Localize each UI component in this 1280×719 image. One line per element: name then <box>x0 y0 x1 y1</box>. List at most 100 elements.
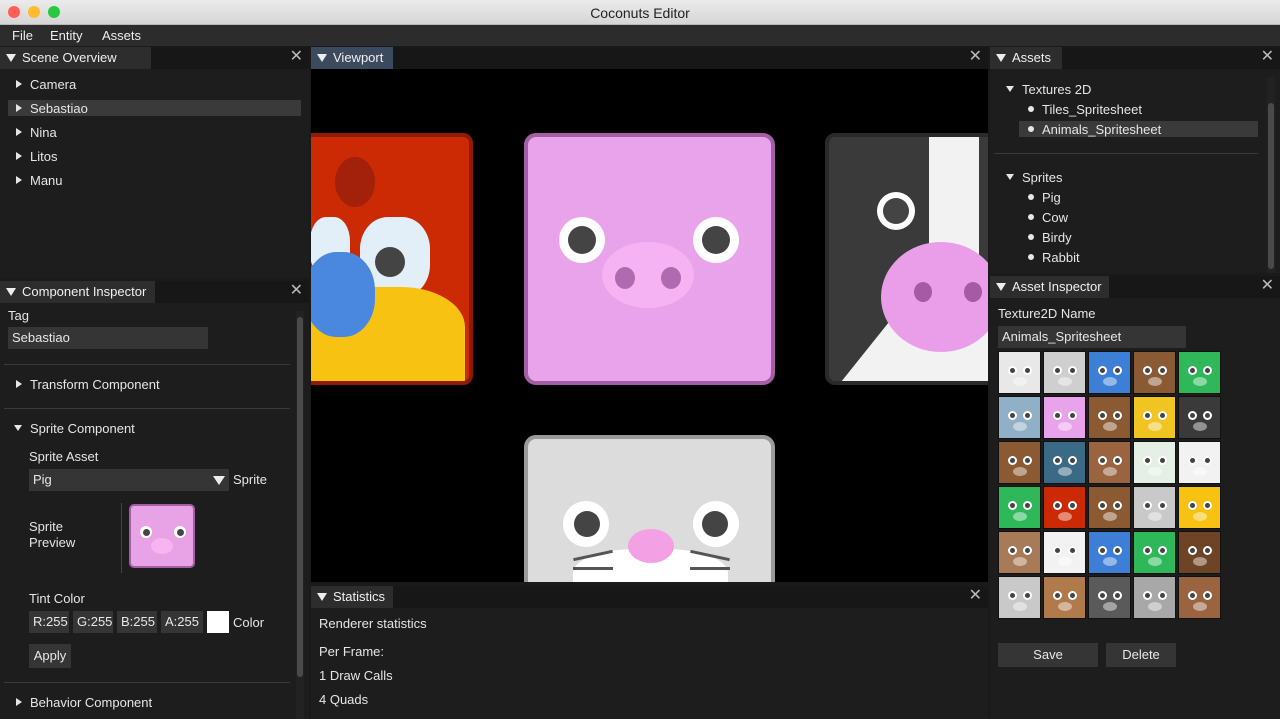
scene-item-litos[interactable]: Litos <box>16 149 57 164</box>
panda-tile <box>1043 531 1086 574</box>
bullet-icon <box>1028 254 1034 260</box>
assets-scrollbar-thumb[interactable] <box>1268 103 1274 269</box>
moose-tile <box>1133 351 1176 394</box>
close-icon[interactable]: ✕ <box>969 588 982 604</box>
sprite-asset-suffix: Sprite <box>233 472 267 487</box>
assets-tab[interactable]: Assets <box>990 47 1062 69</box>
menu-assets[interactable]: Assets <box>102 28 141 43</box>
collapse-triangle-icon[interactable] <box>317 593 327 601</box>
cow-tile <box>1178 396 1221 439</box>
tint-b-input[interactable]: B:255 <box>117 611 157 633</box>
viewport-tab[interactable]: Viewport <box>311 47 393 69</box>
component-inspector-panel: Component Inspector ✕ Tag Sebastiao Tran… <box>0 281 309 719</box>
quads-stat: 4 Quads <box>319 692 369 707</box>
expand-arrow-icon <box>16 380 22 388</box>
cow-sprite[interactable] <box>825 133 988 385</box>
texture-item-tiles[interactable]: Tiles_Spritesheet <box>1028 102 1142 117</box>
collapse-arrow-icon <box>1006 174 1014 180</box>
horse-tile <box>1088 486 1131 529</box>
collapse-triangle-icon[interactable] <box>6 54 16 62</box>
gorilla-tile <box>1088 576 1131 619</box>
bullet-icon <box>1028 126 1034 132</box>
spritesheet-preview <box>998 351 1223 622</box>
scene-item-manu[interactable]: Manu <box>16 173 63 188</box>
scene-item-camera[interactable]: Camera <box>16 77 76 92</box>
collapse-triangle-icon[interactable] <box>6 288 16 296</box>
gator-tile <box>998 486 1041 529</box>
close-icon[interactable]: ✕ <box>290 49 303 65</box>
viewport-canvas[interactable] <box>311 69 988 582</box>
close-icon[interactable]: ✕ <box>290 283 303 299</box>
walrus-tile <box>998 396 1041 439</box>
component-inspector-title: Component Inspector <box>22 284 147 299</box>
draw-calls-stat: 1 Draw Calls <box>319 668 393 683</box>
scene-item-nina[interactable]: Nina <box>16 125 57 140</box>
window-title: Coconuts Editor <box>590 5 690 21</box>
close-icon[interactable]: ✕ <box>1261 49 1274 65</box>
window-titlebar: Coconuts Editor <box>0 0 1280 25</box>
asset-inspector-tab[interactable]: Asset Inspector <box>990 276 1109 298</box>
texture-name-input[interactable]: Animals_Spritesheet <box>998 326 1186 348</box>
renderer-statistics-heading: Renderer statistics <box>319 616 427 631</box>
expand-arrow-icon <box>16 80 22 88</box>
asset-inspector-title: Asset Inspector <box>1012 279 1102 294</box>
sprite-preview-label-2: Preview <box>29 535 76 550</box>
expand-arrow-icon <box>16 128 22 136</box>
giraffe-tile <box>1133 396 1176 439</box>
texture-item-animals[interactable]: Animals_Spritesheet <box>1028 122 1161 137</box>
chick-tile <box>1178 486 1221 529</box>
texture-name-label: Texture2D Name <box>998 306 1096 321</box>
close-icon[interactable]: ✕ <box>969 49 982 65</box>
tag-label: Tag <box>8 308 29 323</box>
parrot-tile <box>1043 486 1086 529</box>
sprite-preview-label-1: Sprite <box>29 519 63 534</box>
bear-tile <box>1088 396 1131 439</box>
tag-input[interactable]: Sebastiao <box>8 327 208 349</box>
monkey-tile <box>1178 576 1221 619</box>
duck-tile <box>1133 531 1176 574</box>
menu-bar: File Entity Assets <box>0 25 1280 46</box>
inspector-scrollbar-track[interactable] <box>296 311 304 719</box>
owl-tile <box>1043 576 1086 619</box>
behavior-component-header[interactable]: Behavior Component <box>16 695 152 710</box>
sprite-asset-select[interactable]: Pig <box>29 469 229 491</box>
assets-scrollbar-track[interactable] <box>1267 77 1275 273</box>
scene-overview-title: Scene Overview <box>22 50 117 65</box>
statistics-tab[interactable]: Statistics <box>311 586 393 608</box>
color-swatch[interactable] <box>207 611 229 633</box>
sprite-item-cow[interactable]: Cow <box>1028 210 1068 225</box>
save-button[interactable]: Save <box>998 643 1098 667</box>
asset-inspector-panel: Asset Inspector ✕ Texture2D Name Animals… <box>990 276 1280 719</box>
assets-panel: Assets ✕ Textures 2D Tiles_Spritesheet A… <box>990 47 1280 273</box>
component-inspector-tab[interactable]: Component Inspector <box>0 281 155 303</box>
scene-overview-tab[interactable]: Scene Overview <box>0 47 151 69</box>
transform-component-header[interactable]: Transform Component <box>16 377 160 392</box>
collapse-triangle-icon[interactable] <box>317 54 327 62</box>
menu-file[interactable]: File <box>12 28 33 43</box>
crocodile-tile <box>1178 351 1221 394</box>
chicken-tile <box>1178 441 1221 484</box>
textures-2d-node[interactable]: Textures 2D <box>1006 82 1091 97</box>
bear-brown-tile <box>1088 441 1131 484</box>
apply-button[interactable]: Apply <box>29 644 71 668</box>
sprite-item-pig[interactable]: Pig <box>1028 190 1061 205</box>
sprite-component-header[interactable]: Sprite Component <box>14 421 135 436</box>
delete-button[interactable]: Delete <box>1106 643 1176 667</box>
sprite-item-rabbit[interactable]: Rabbit <box>1028 250 1080 265</box>
close-icon[interactable]: ✕ <box>1261 278 1274 294</box>
rhino-tile <box>998 576 1041 619</box>
collapse-triangle-icon[interactable] <box>996 283 1006 291</box>
collapse-triangle-icon[interactable] <box>996 54 1006 62</box>
tint-a-input[interactable]: A:255 <box>161 611 203 633</box>
sprite-item-birdy[interactable]: Birdy <box>1028 230 1072 245</box>
scene-item-sebastiao[interactable]: Sebastiao <box>16 101 88 116</box>
rabbit-sprite[interactable] <box>524 435 775 582</box>
tint-r-input[interactable]: R:255 <box>29 611 69 633</box>
per-frame-label: Per Frame: <box>319 644 385 659</box>
menu-entity[interactable]: Entity <box>50 28 83 43</box>
parrot-sprite[interactable] <box>311 133 473 385</box>
pig-sprite[interactable] <box>524 133 775 385</box>
tint-g-input[interactable]: G:255 <box>73 611 113 633</box>
inspector-scrollbar-thumb[interactable] <box>297 317 303 677</box>
sprites-node[interactable]: Sprites <box>1006 170 1062 185</box>
